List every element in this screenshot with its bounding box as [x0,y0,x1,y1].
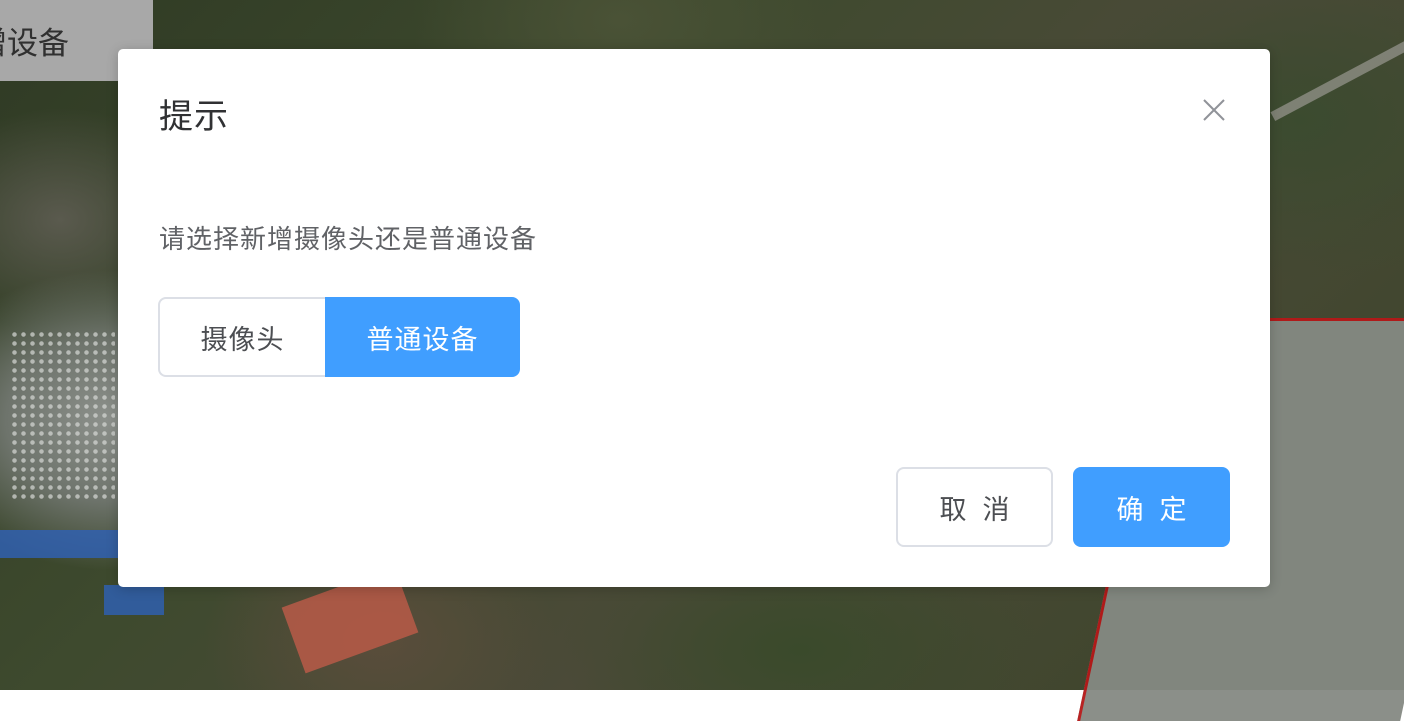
prompt-dialog: 提示 请选择新增摄像头还是普通设备 摄像头 普通设备 取消 确定 [118,49,1270,587]
option-camera-button[interactable]: 摄像头 [158,297,325,377]
confirm-button[interactable]: 确定 [1073,467,1230,547]
close-icon[interactable] [1201,97,1227,123]
option-normal-device-button[interactable]: 普通设备 [325,297,520,377]
dialog-title: 提示 [159,97,229,137]
dialog-message: 请选择新增摄像头还是普通设备 [159,225,538,255]
dialog-overlay: 提示 请选择新增摄像头还是普通设备 摄像头 普通设备 取消 确定 [0,0,1404,690]
cancel-button[interactable]: 取消 [896,467,1053,547]
device-type-selector: 摄像头 普通设备 [158,297,520,377]
